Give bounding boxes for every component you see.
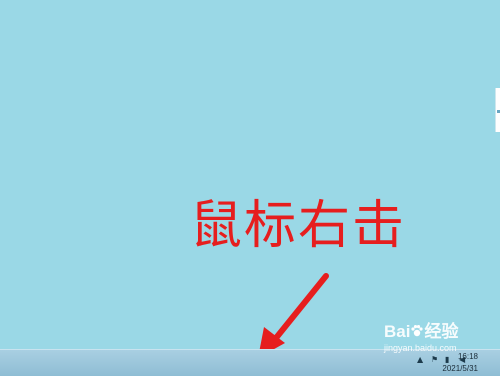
watermark-url: jingyan.baidu.com [384,343,457,353]
baidu-jingyan-watermark: Bai 经验 jingyan.baidu.com [384,322,500,364]
watermark-brand-right: 经验 [424,322,459,341]
clock-date: 2021/5/31 [442,364,478,373]
desktop-background[interactable] [0,0,500,349]
watermark-brand: Bai 经验 [384,322,500,342]
right-click-annotation: 鼠标右击 [190,196,407,256]
watermark-brand-left: Bai [384,322,411,341]
paw-icon [411,325,424,337]
